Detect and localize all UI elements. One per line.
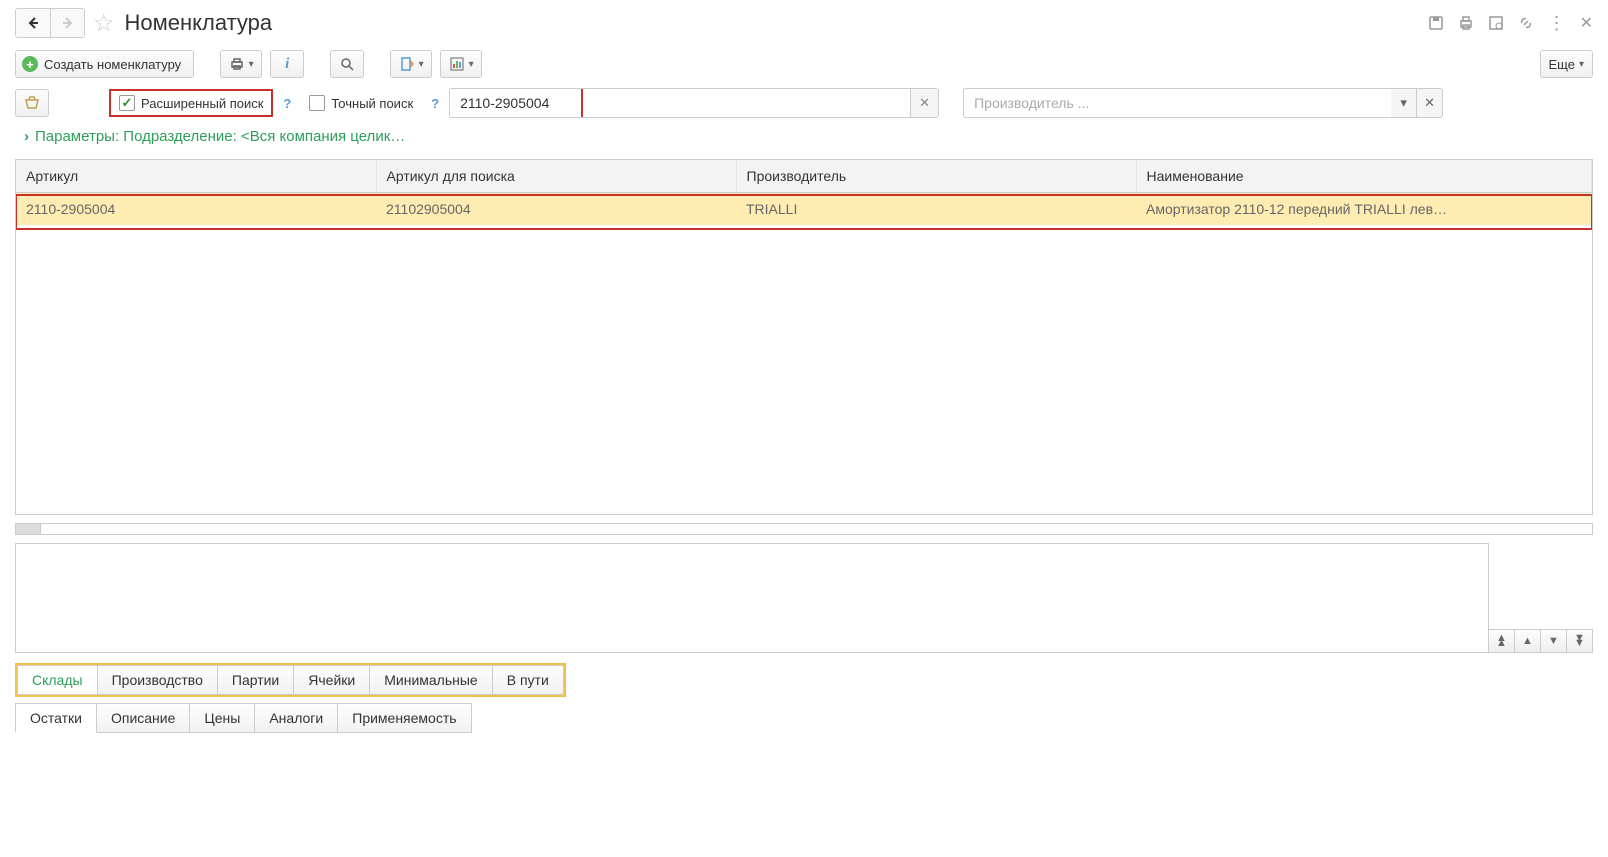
params-row: Параметры: Подразделение: <Вся компания … [0,128,1608,153]
checkbox-checked-icon: ✓ [119,95,135,111]
scroll-top-button[interactable]: ▲▲ [1489,629,1515,653]
back-button[interactable] [16,9,50,37]
tab-applicability[interactable]: Применяемость [338,703,471,733]
print-dropdown-button[interactable] [220,50,262,78]
more-menu-icon[interactable]: ⋮ [1548,13,1566,34]
tab-batches[interactable]: Партии [218,665,294,695]
filter-row: ✓ Расширенный поиск ? Точный поиск ? ✕ ▾… [0,84,1608,128]
help-icon[interactable]: ? [283,96,291,111]
basket-button[interactable] [15,89,49,117]
col-name[interactable]: Наименование [1136,160,1592,193]
toolbar: + Создать номенклатуру i Еще [0,44,1608,84]
chart-icon [449,56,465,72]
create-nomenclature-button[interactable]: + Создать номенклатуру [15,50,194,78]
col-manufacturer[interactable]: Производитель [736,160,1136,193]
create-label: Создать номенклатуру [44,57,181,72]
help-icon-2[interactable]: ? [431,96,439,111]
tab-description[interactable]: Описание [97,703,190,733]
extended-search-label: Расширенный поиск [141,96,263,111]
plus-icon: + [22,56,38,72]
tab-intransit[interactable]: В пути [493,665,564,695]
more-label: Еще [1549,57,1575,72]
cell-search-article: 21102905004 [376,193,736,226]
action1-dropdown-button[interactable] [390,50,432,78]
params-toggle[interactable]: Параметры: Подразделение: <Вся компания … [24,128,405,145]
header: ☆ Номенклатура ⋮ ✕ [0,0,1608,44]
memo-nav-buttons: ▲▲ ▲ ▼ ▼▼ [1489,543,1593,653]
exact-search-label: Точный поиск [331,96,413,111]
search-input[interactable] [450,89,910,117]
search-input-wrap: ✕ [449,88,939,118]
search-button[interactable] [330,50,364,78]
info-icon: i [285,56,289,73]
extended-search-checkbox-wrap[interactable]: ✓ Расширенный поиск [109,89,273,117]
manufacturer-dropdown-button[interactable]: ▾ [1391,88,1417,118]
manufacturer-combo: ▾ ✕ [963,88,1443,118]
table-row[interactable]: 2110-2905004 21102905004 TRIALLI Амортиз… [16,193,1592,226]
tabs-upper: Склады Производство Партии Ячейки Минима… [15,663,566,697]
tab-cells[interactable]: Ячейки [294,665,370,695]
header-actions: ⋮ ✕ [1428,13,1593,34]
report-icon[interactable] [1488,15,1504,31]
col-article[interactable]: Артикул [16,160,376,193]
clear-search-button[interactable]: ✕ [910,89,938,117]
cell-article: 2110-2905004 [16,193,376,226]
cell-manufacturer: TRIALLI [736,193,1136,226]
tab-warehouses[interactable]: Склады [17,665,98,695]
checkbox-unchecked-icon [309,95,325,111]
table-header-row: Артикул Артикул для поиска Производитель… [16,160,1592,193]
scroll-up-button[interactable]: ▲ [1515,629,1541,653]
tab-prices[interactable]: Цены [190,703,255,733]
results-table: Артикул Артикул для поиска Производитель… [16,160,1592,225]
magnifier-icon [339,56,355,72]
double-up-icon: ▲▲ [1496,636,1507,647]
arrow-left-icon [25,15,41,31]
page-title: Номенклатура [125,10,273,36]
memo-area: ▲▲ ▲ ▼ ▼▼ [15,543,1593,653]
more-button[interactable]: Еще [1540,50,1593,78]
link-icon[interactable] [1518,15,1534,31]
arrow-right-icon [60,15,76,31]
table-container: Артикул Артикул для поиска Производитель… [15,159,1593,515]
info-button[interactable]: i [270,50,304,78]
horizontal-scrollbar[interactable] [15,523,1593,535]
tabs-lower: Остатки Описание Цены Аналоги Применяемо… [15,703,1593,733]
memo-textarea[interactable] [15,543,1489,653]
manufacturer-clear-button[interactable]: ✕ [1417,88,1443,118]
action2-dropdown-button[interactable] [440,50,482,78]
tab-stock[interactable]: Остатки [15,703,97,733]
col-search-article[interactable]: Артикул для поиска [376,160,736,193]
manufacturer-input[interactable] [963,88,1391,118]
save-icon[interactable] [1428,15,1444,31]
tab-production[interactable]: Производство [98,665,218,695]
double-down-icon: ▼▼ [1574,636,1585,647]
printer-icon [229,56,245,72]
print-icon[interactable] [1458,15,1474,31]
up-icon: ▲ [1522,635,1533,647]
basket-icon [24,95,40,111]
cell-name: Амортизатор 2110-12 передний TRIALLI лев… [1136,193,1592,226]
exact-search-checkbox-wrap[interactable]: Точный поиск [301,91,421,115]
tab-minimums[interactable]: Минимальные [370,665,493,695]
scroll-bottom-button[interactable]: ▼▼ [1567,629,1593,653]
down-icon: ▼ [1548,635,1559,647]
document-icon [399,56,415,72]
tab-analogs[interactable]: Аналоги [255,703,338,733]
nav-buttons [15,8,85,38]
forward-button[interactable] [50,9,84,37]
favorite-star-icon[interactable]: ☆ [93,9,115,38]
scroll-down-button[interactable]: ▼ [1541,629,1567,653]
close-icon[interactable]: ✕ [1580,13,1593,33]
